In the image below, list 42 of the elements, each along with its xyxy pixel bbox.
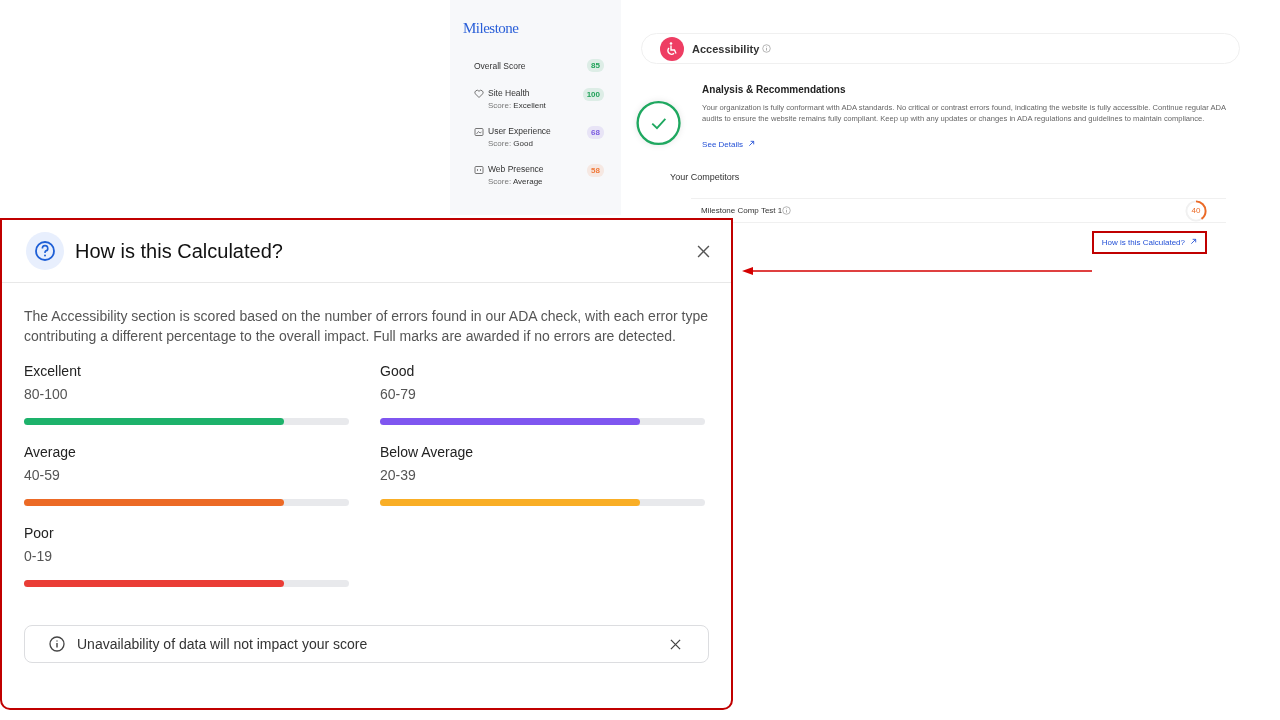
- dialog-description: The Accessibility section is scored based on the number of errors found in our ADA check, with each error type contributing a different percentage to the overall impact. Full marks are awarded if no errors are detected.: [24, 307, 709, 346]
- score-badge: 85: [587, 59, 604, 72]
- band-range: 20-39: [380, 466, 417, 484]
- band-range: 80-100: [24, 385, 69, 403]
- band-range: 40-59: [24, 466, 61, 484]
- image-icon: [474, 127, 484, 137]
- band-label: Excellent: [24, 362, 82, 380]
- band-label: Poor: [24, 524, 55, 542]
- code-icon: [474, 165, 484, 175]
- category-title: Web Presence: [488, 164, 544, 174]
- score-badge: 100: [582, 88, 604, 101]
- band-label: Below Average: [380, 443, 475, 461]
- logo: Milestone: [463, 20, 520, 37]
- competitors-title: Your Competitors: [670, 172, 741, 182]
- band-range: 60-79: [380, 385, 417, 403]
- info-icon: [782, 206, 792, 215]
- calculation-link[interactable]: How is this Calculated?: [1091, 231, 1207, 254]
- external-link-icon: [1190, 238, 1197, 245]
- wheelchair-icon: [660, 36, 684, 61]
- competitor-name: Milestone Comp Test 1: [701, 206, 783, 215]
- category-title: Site Health: [488, 88, 531, 98]
- see-details-link[interactable]: See Details: [702, 139, 755, 149]
- category-title: User Experience: [488, 126, 551, 136]
- heart-icon: [474, 89, 484, 99]
- external-link-icon: [748, 139, 755, 147]
- dialog-title: How is this Calculated?: [75, 239, 283, 263]
- notice-text: Unavailability of data will not impact your score: [77, 636, 368, 652]
- overall-score-label: Overall Score: [474, 60, 526, 71]
- help-icon: [25, 231, 65, 271]
- category-score: Score: Excellent: [488, 101, 546, 110]
- band-label: Good: [380, 362, 416, 380]
- band-range: 0-19: [24, 547, 54, 565]
- info-icon: [49, 636, 65, 652]
- competitor-score: 40: [1190, 205, 1202, 215]
- analysis-title: Analysis & Recommendations: [702, 84, 847, 95]
- band-label: Average: [24, 443, 77, 461]
- score-badge: 58: [587, 164, 604, 177]
- category-score: Score: Average: [488, 177, 544, 186]
- score-badge: 68: [587, 126, 604, 139]
- info-icon: [762, 44, 772, 53]
- category-score: Score: Good: [488, 139, 534, 148]
- section-title: Accessibility: [692, 42, 760, 55]
